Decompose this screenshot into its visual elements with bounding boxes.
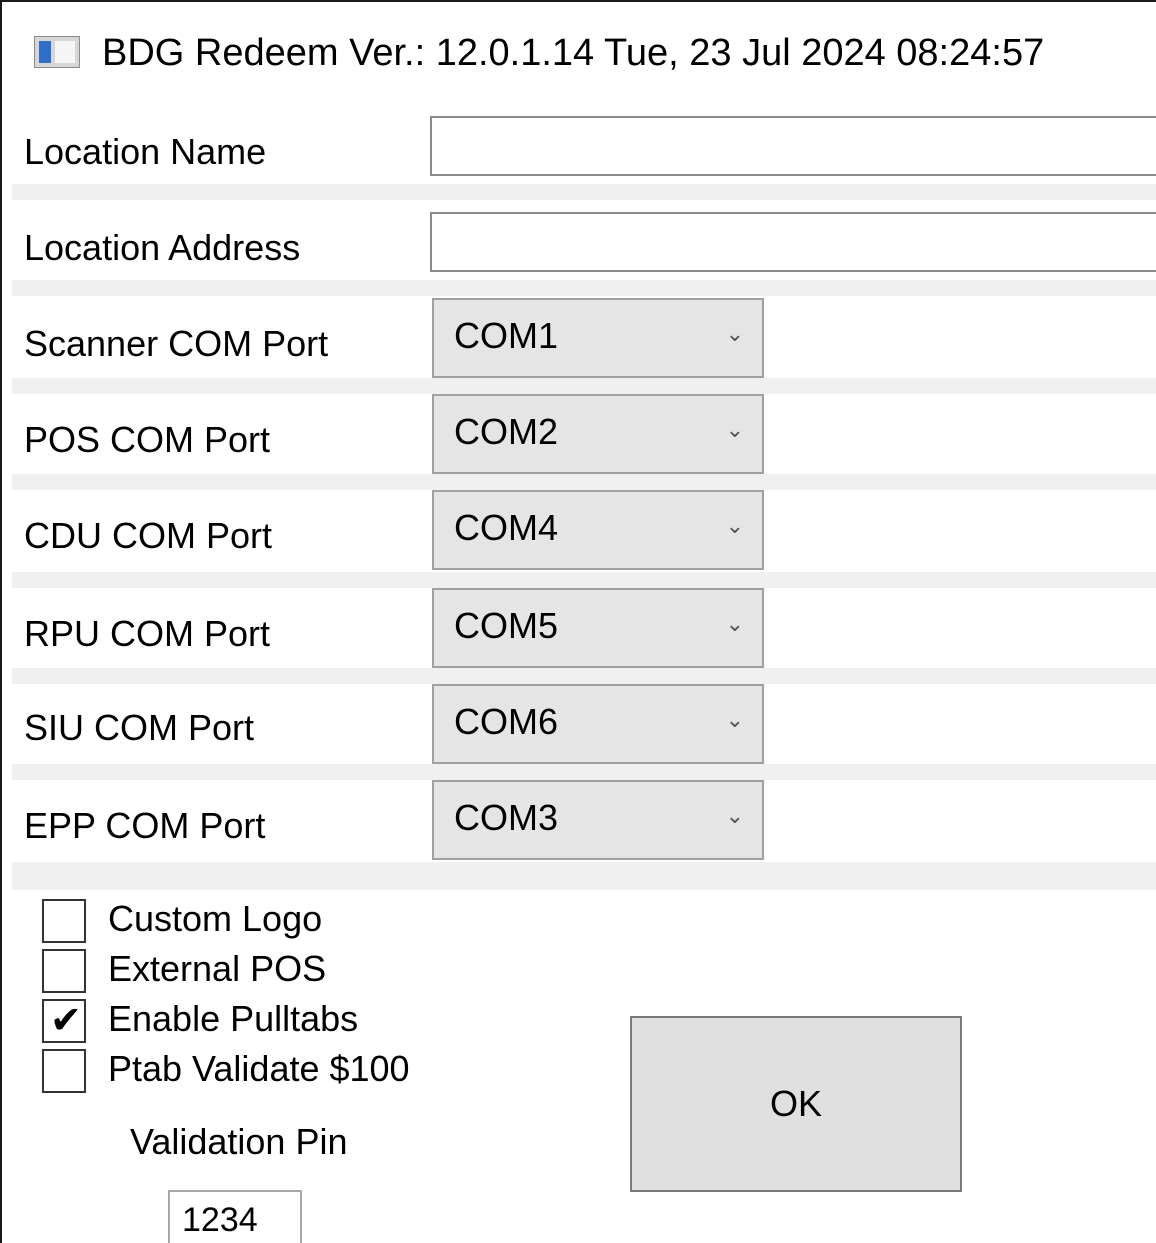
chevron-down-icon: ⌄ [725, 513, 744, 538]
chevron-down-icon: ⌄ [725, 707, 744, 732]
epp-com-port-select[interactable]: COM3 ⌄ [432, 780, 764, 860]
location-name-label: Location Name [24, 131, 267, 172]
checkmark-icon: ✔ [50, 998, 82, 1042]
scanner-com-port-label: Scanner COM Port [24, 323, 329, 364]
ptab-validate-option[interactable]: Ptab Validate $100 [42, 1047, 462, 1093]
chevron-down-icon: ⌄ [725, 611, 744, 636]
chevron-down-icon: ⌄ [725, 417, 744, 442]
settings-window: BDG Redeem Ver.: 12.0.1.14 Tue, 23 Jul 2… [0, 0, 1156, 1243]
external-pos-option[interactable]: External POS [42, 947, 462, 993]
ptab-validate-label: Ptab Validate $100 [108, 1048, 410, 1089]
row-separator [12, 572, 1156, 588]
row-separator [12, 378, 1156, 394]
location-address-label: Location Address [24, 227, 301, 268]
row-separator [12, 184, 1156, 200]
rpu-com-port-row: RPU COM Port COM5 ⌄ [12, 588, 1156, 668]
selected-value: COM3 [454, 797, 559, 838]
scanner-com-port-select[interactable]: COM1 ⌄ [432, 298, 764, 378]
epp-com-port-row: EPP COM Port COM3 ⌄ [12, 780, 1156, 862]
ptab-validate-checkbox[interactable] [42, 1049, 86, 1093]
enable-pulltabs-option[interactable]: ✔ Enable Pulltabs [42, 997, 462, 1043]
epp-com-port-label: EPP COM Port [24, 805, 266, 846]
section-separator [12, 862, 1156, 890]
validation-pin-input[interactable]: 1234 [168, 1190, 302, 1243]
location-address-row: Location Address [12, 200, 1156, 280]
chevron-down-icon: ⌄ [725, 803, 744, 828]
pos-com-port-select[interactable]: COM2 ⌄ [432, 394, 764, 474]
enable-pulltabs-checkbox[interactable]: ✔ [42, 998, 86, 1043]
row-separator [12, 668, 1156, 684]
selected-value: COM1 [454, 315, 559, 356]
pos-com-port-row: POS COM Port COM2 ⌄ [12, 394, 1156, 474]
siu-com-port-select[interactable]: COM6 ⌄ [432, 684, 764, 764]
external-pos-label: External POS [108, 948, 327, 989]
pos-com-port-label: POS COM Port [24, 419, 271, 460]
app-window-icon [34, 36, 80, 68]
siu-com-port-row: SIU COM Port COM6 ⌄ [12, 684, 1156, 764]
selected-value: COM4 [454, 507, 559, 548]
title-bar: BDG Redeem Ver.: 12.0.1.14 Tue, 23 Jul 2… [2, 2, 1156, 102]
location-address-input[interactable] [430, 212, 1156, 272]
row-separator [12, 764, 1156, 780]
row-separator [12, 280, 1156, 296]
selected-value: COM5 [454, 605, 559, 646]
validation-pin-label: Validation Pin [130, 1121, 348, 1162]
custom-logo-option[interactable]: Custom Logo [42, 897, 462, 943]
cdu-com-port-row: CDU COM Port COM4 ⌄ [12, 490, 1156, 572]
custom-logo-label: Custom Logo [108, 898, 323, 939]
rpu-com-port-select[interactable]: COM5 ⌄ [432, 588, 764, 668]
chevron-down-icon: ⌄ [725, 321, 744, 346]
location-name-row: Location Name [12, 106, 1156, 184]
cdu-com-port-select[interactable]: COM4 ⌄ [432, 490, 764, 570]
external-pos-checkbox[interactable] [42, 949, 86, 993]
row-separator [12, 474, 1156, 490]
enable-pulltabs-label: Enable Pulltabs [108, 998, 359, 1039]
siu-com-port-label: SIU COM Port [24, 707, 255, 748]
selected-value: COM6 [454, 701, 559, 742]
selected-value: COM2 [454, 411, 559, 452]
location-name-input[interactable] [430, 116, 1156, 176]
scanner-com-port-row: Scanner COM Port COM1 ⌄ [12, 296, 1156, 378]
cdu-com-port-label: CDU COM Port [24, 515, 273, 556]
ok-button[interactable]: OK [630, 1016, 962, 1192]
window-title: BDG Redeem Ver.: 12.0.1.14 Tue, 23 Jul 2… [102, 32, 1045, 74]
custom-logo-checkbox[interactable] [42, 899, 86, 943]
rpu-com-port-label: RPU COM Port [24, 613, 271, 654]
